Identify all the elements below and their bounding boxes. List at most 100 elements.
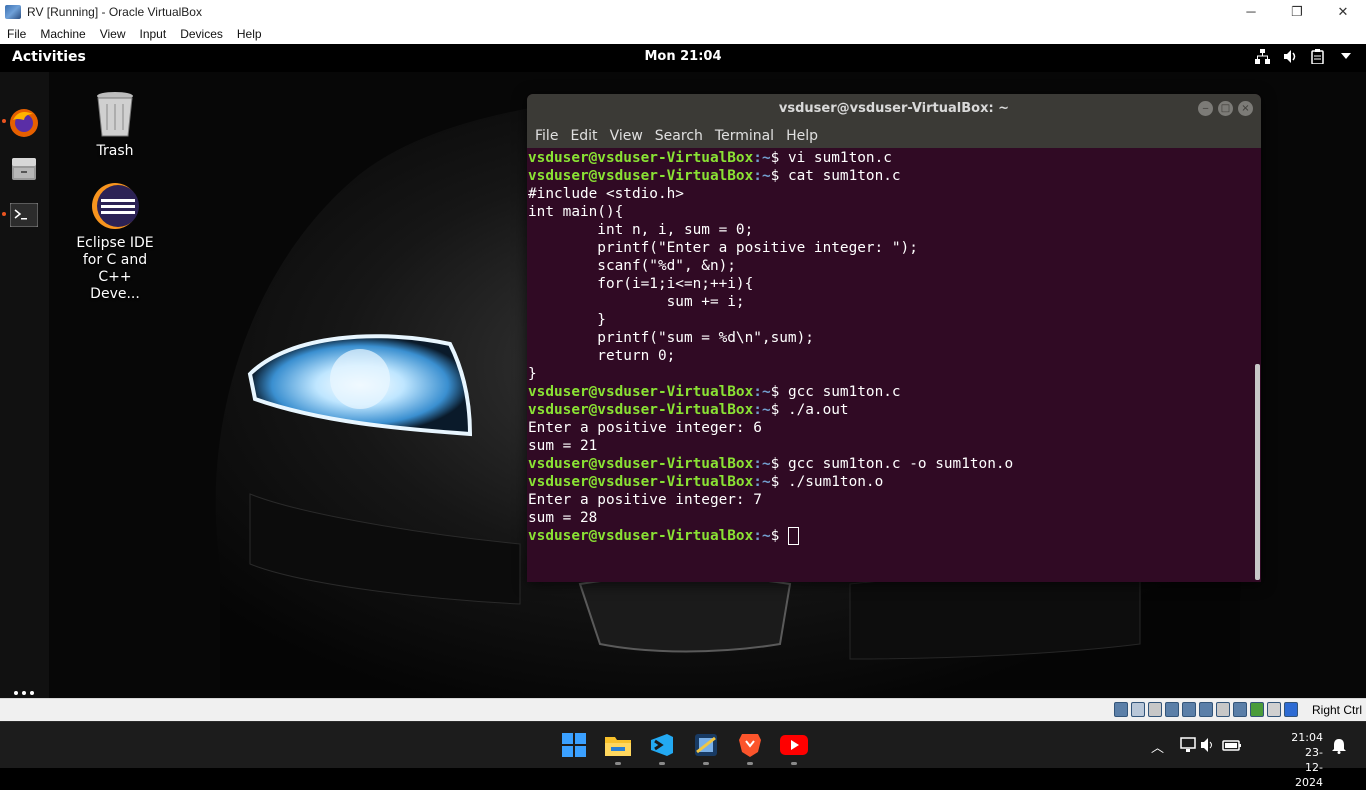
menu-help[interactable]: Help [230, 27, 269, 41]
prompt-separator: : [753, 402, 762, 418]
command-text: gcc sum1ton.c [787, 384, 901, 400]
terminal-menu-edit[interactable]: Edit [564, 128, 603, 144]
menu-input[interactable]: Input [133, 27, 174, 41]
network-adapter-icon[interactable] [1165, 702, 1179, 717]
terminal-command-line: vsduser@vsduser-VirtualBox:~$ ./sum1ton.… [528, 473, 1254, 491]
terminal-maximize-button[interactable]: □ [1218, 101, 1233, 116]
terminal-cursor [787, 527, 799, 545]
taskbar-clock[interactable]: 21:04 23-12-2024 [1291, 730, 1323, 790]
keyboard-capture-icon[interactable] [1284, 702, 1298, 717]
prompt-symbol: $ [770, 474, 788, 490]
virtualbox-icon[interactable] [692, 731, 720, 759]
terminal-output-line: return 0; [528, 348, 676, 364]
running-indicator [791, 762, 797, 765]
hard-disk-icon[interactable] [1148, 702, 1162, 717]
vscode-icon[interactable] [648, 731, 676, 759]
command-text: gcc sum1ton.c -o sum1ton.o [787, 456, 1014, 472]
vbox-window-titlebar: RV [Running] - Oracle VirtualBox ─ ❐ ✕ [0, 0, 1366, 23]
running-indicator [2, 119, 6, 123]
running-indicator [747, 762, 753, 765]
terminal-output-line: #include <stdio.h> [528, 186, 684, 202]
guest-additions-icon[interactable] [1250, 702, 1264, 717]
desktop-eclipse[interactable]: Eclipse IDE for C and C++ Deve... [70, 182, 160, 303]
desktop-trash[interactable]: Trash [70, 90, 160, 160]
display-icon[interactable] [1180, 737, 1196, 753]
running-indicator [703, 762, 709, 765]
clipboard-power-icon[interactable] [1310, 48, 1326, 64]
terminal-menu-help[interactable]: Help [780, 128, 824, 144]
desktop-trash-label: Trash [96, 143, 134, 159]
terminal-titlebar[interactable]: vsduser@vsduser-VirtualBox: ~ [527, 94, 1261, 123]
menu-machine[interactable]: Machine [33, 27, 92, 41]
terminal-output-line: printf("sum = %d\n",sum); [528, 330, 814, 346]
network-icon[interactable] [1254, 48, 1270, 64]
terminal-menu-view[interactable]: View [604, 128, 649, 144]
terminal-scrollbar[interactable] [1255, 364, 1260, 580]
close-button[interactable]: ✕ [1320, 0, 1366, 23]
prompt-path: ~ [761, 474, 771, 490]
battery-icon[interactable] [1222, 737, 1242, 753]
menu-devices[interactable]: Devices [173, 27, 230, 41]
video-capture-icon[interactable] [1233, 702, 1247, 717]
vbox-statusbar: Right Ctrl [0, 698, 1366, 721]
chevron-down-icon[interactable] [1338, 48, 1354, 64]
prompt-separator: : [753, 384, 762, 400]
files-icon[interactable] [8, 153, 40, 185]
prompt-user: vsduser@vsduser-VirtualBox [528, 528, 754, 544]
vbox-menubar: File Machine View Input Devices Help [0, 23, 1366, 44]
prompt-symbol: $ [770, 384, 788, 400]
vbox-device-indicators [1114, 702, 1298, 717]
eclipse-ide-icon [92, 183, 139, 229]
terminal-menu-search[interactable]: Search [649, 128, 709, 144]
display-icon[interactable] [1216, 702, 1230, 717]
minimize-button[interactable]: ─ [1228, 0, 1274, 23]
terminal-minimize-button[interactable]: ‒ [1198, 101, 1213, 116]
show-applications-grid-icon[interactable] [8, 685, 40, 698]
youtube-icon[interactable] [780, 731, 808, 759]
command-text: ./a.out [787, 402, 849, 418]
terminal-menu-terminal[interactable]: Terminal [709, 128, 780, 144]
firefox-icon[interactable] [8, 107, 40, 139]
terminal-output-line: sum = 28 [528, 510, 598, 526]
windows-start-icon[interactable] [560, 731, 588, 759]
volume-icon[interactable] [1282, 48, 1298, 64]
restore-button[interactable]: ❐ [1274, 0, 1320, 23]
taskbar-time: 21:04 [1291, 731, 1323, 744]
prompt-path: ~ [761, 168, 771, 184]
command-text: cat sum1ton.c [787, 168, 901, 184]
terminal-output-line: scanf("%d", &n); [528, 258, 736, 274]
prompt-path: ~ [761, 456, 771, 472]
mouse-integration-icon[interactable] [1267, 702, 1281, 717]
usb-icon[interactable] [1182, 702, 1196, 717]
terminal-icon[interactable] [8, 199, 40, 231]
chevron-up-icon[interactable]: ︿ [1151, 737, 1164, 756]
file-explorer-icon[interactable] [604, 731, 632, 759]
menu-view[interactable]: View [93, 27, 133, 41]
notification-bell-icon[interactable] [1332, 738, 1346, 754]
shared-folders-icon[interactable] [1199, 702, 1213, 717]
prompt-symbol: $ [770, 528, 788, 544]
prompt-separator: : [753, 474, 762, 490]
terminal-output[interactable]: vsduser@vsduser-VirtualBox:~$ vi sum1ton… [528, 149, 1254, 582]
brave-icon[interactable] [736, 731, 764, 759]
topbar-system-tray[interactable] [1254, 48, 1354, 64]
terminal-output-line: sum = 21 [528, 438, 598, 454]
terminal-close-button[interactable]: × [1238, 101, 1253, 116]
prompt-symbol: $ [770, 402, 788, 418]
optical-drive-icon[interactable] [1114, 702, 1128, 717]
menu-file[interactable]: File [0, 27, 33, 41]
prompt-separator: : [753, 168, 762, 184]
terminal-output-line: Enter a positive integer: 6 [528, 420, 762, 436]
prompt-symbol: $ [770, 150, 788, 166]
terminal-output-line: for(i=1;i<=n;++i){ [528, 276, 754, 292]
prompt-user: vsduser@vsduser-VirtualBox [528, 168, 754, 184]
prompt-separator: : [753, 528, 762, 544]
terminal-command-line: vsduser@vsduser-VirtualBox:~$ gcc sum1to… [528, 383, 1254, 401]
speaker-icon[interactable] [1200, 737, 1216, 753]
running-indicator [659, 762, 665, 765]
terminal-window[interactable]: vsduser@vsduser-VirtualBox: ~ ‒ □ × File… [527, 94, 1261, 582]
topbar-clock[interactable]: Mon 21:04 [0, 49, 1366, 64]
audio-icon[interactable] [1131, 702, 1145, 717]
terminal-menu-file[interactable]: File [529, 128, 564, 144]
prompt-path: ~ [761, 528, 771, 544]
